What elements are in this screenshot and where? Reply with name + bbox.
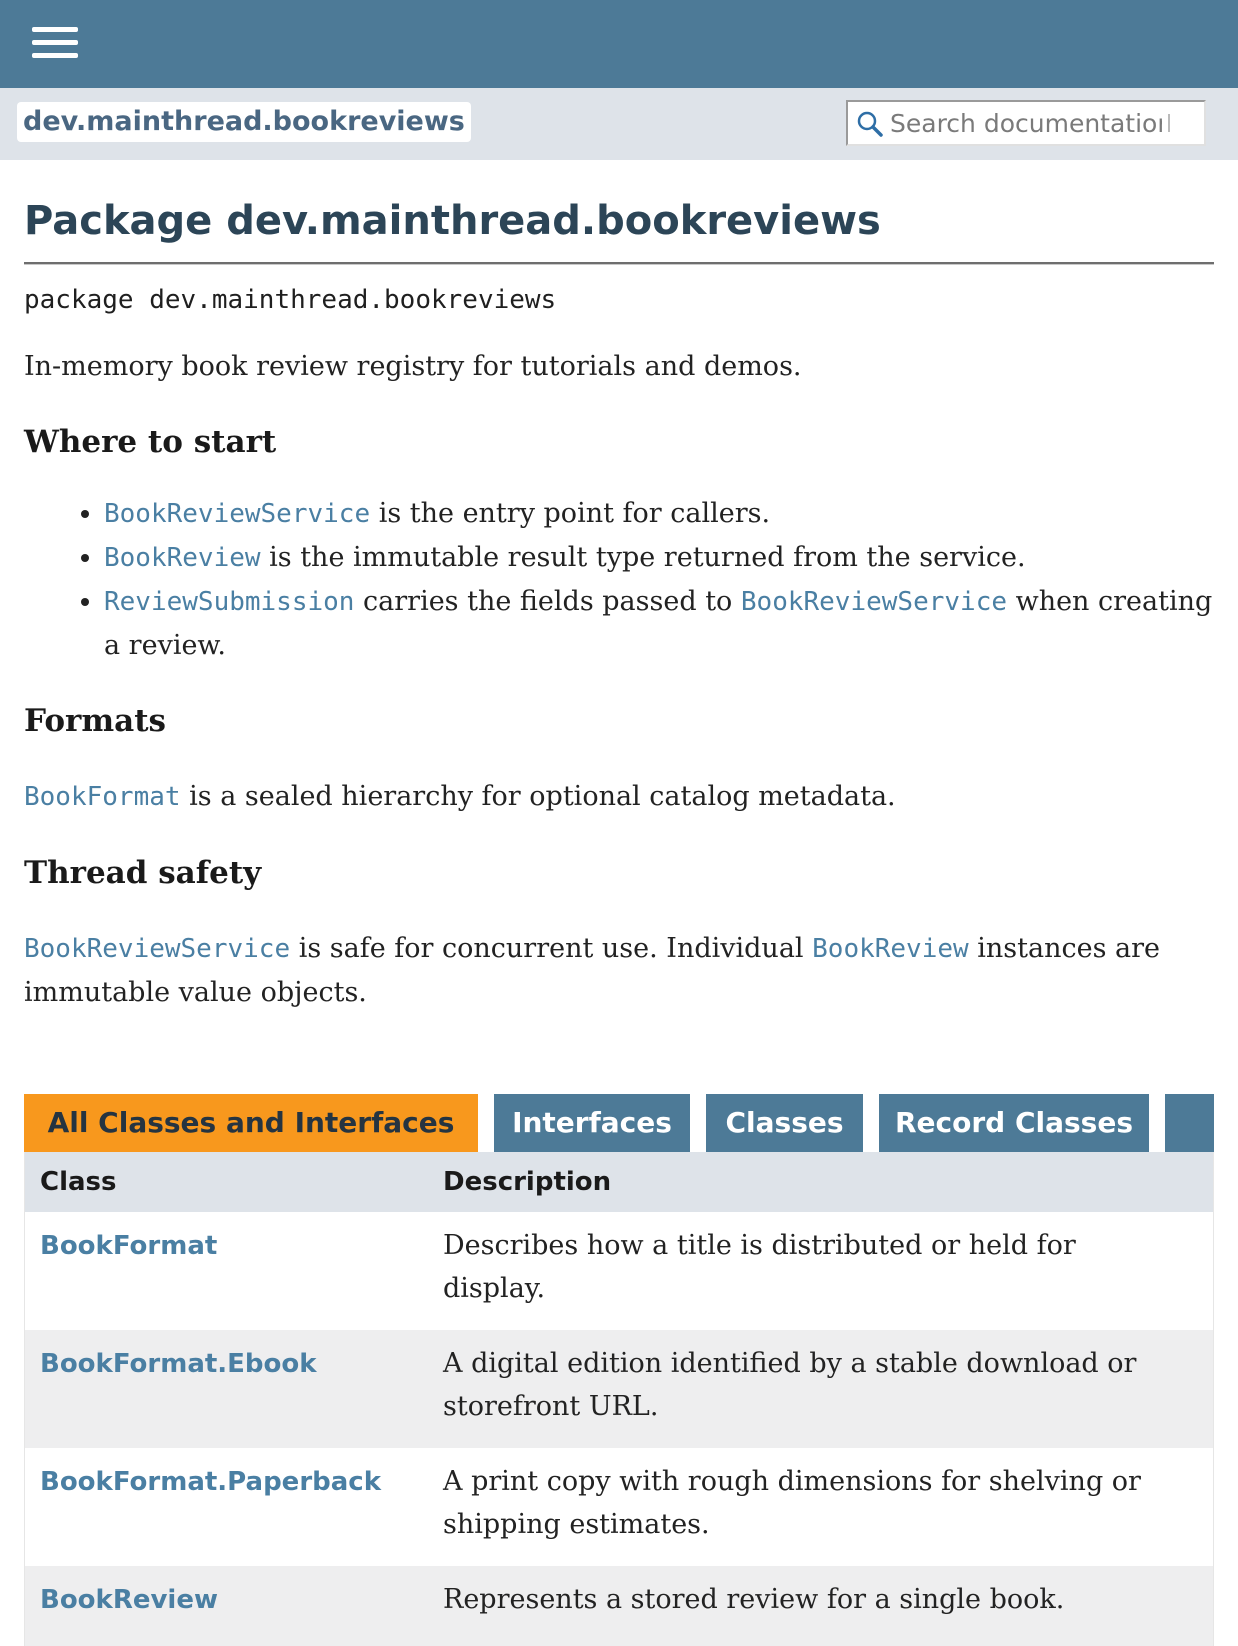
- class-link-bookformat-ebook[interactable]: BookFormat.Ebook: [40, 1346, 317, 1382]
- tab-overflow[interactable]: [1165, 1094, 1214, 1152]
- link-bookformat[interactable]: BookFormat: [24, 782, 181, 812]
- table-row: BookFormat Describes how a title is dist…: [25, 1212, 1213, 1330]
- list-item-text: carries the fields passed to: [354, 586, 741, 617]
- link-bookreviewservice[interactable]: BookReviewService: [104, 499, 370, 529]
- class-description: A print copy with rough dimensions for s…: [443, 1466, 1141, 1540]
- link-reviewsubmission[interactable]: ReviewSubmission: [104, 587, 354, 617]
- list-item: ReviewSubmission carries the fields pass…: [104, 580, 1214, 667]
- package-chip[interactable]: dev.mainthread.bookreviews: [17, 102, 471, 142]
- page-title: Package dev.mainthread.bookreviews: [24, 198, 881, 244]
- class-link-bookformat[interactable]: BookFormat: [40, 1228, 217, 1264]
- tab-interfaces[interactable]: Interfaces: [494, 1094, 690, 1152]
- tab-record-classes[interactable]: Record Classes: [879, 1094, 1149, 1152]
- where-to-start-heading: Where to start: [24, 424, 277, 460]
- thread-safety-heading: Thread safety: [24, 855, 262, 891]
- class-summary-table: Class Description BookFormat Describes h…: [24, 1152, 1214, 1646]
- sub-nav-bar: dev.mainthread.bookreviews: [0, 88, 1238, 160]
- class-description: Describes how a title is distributed or …: [443, 1230, 1076, 1304]
- search-icon: [857, 111, 883, 137]
- search-reset-icon[interactable]: [1168, 114, 1170, 132]
- link-bookreviewservice[interactable]: BookReviewService: [741, 587, 1007, 617]
- where-to-start-list: BookReviewService is the entry point for…: [104, 492, 1214, 667]
- class-tabs: All Classes and Interfaces Interfaces Cl…: [24, 1094, 1214, 1154]
- table-row: BookFormat.Ebook A digital edition ident…: [25, 1330, 1213, 1448]
- menu-line: [32, 40, 78, 45]
- class-description: Represents a stored review for a single …: [443, 1584, 1065, 1615]
- search-box[interactable]: [846, 100, 1206, 146]
- tab-classes[interactable]: Classes: [706, 1094, 863, 1152]
- thread-safety-paragraph: BookReviewService is safe for concurrent…: [24, 927, 1214, 1014]
- column-header-class: Class: [40, 1167, 117, 1197]
- list-item: BookReviewService is the entry point for…: [104, 492, 1214, 536]
- class-description: A digital edition identified by a stable…: [443, 1348, 1137, 1422]
- column-header-description: Description: [443, 1167, 612, 1197]
- main-content: Package dev.mainthread.bookreviews packa…: [24, 160, 1214, 1014]
- list-item: BookReview is the immutable result type …: [104, 536, 1214, 580]
- menu-line: [32, 27, 78, 32]
- title-divider: [24, 262, 1214, 265]
- list-item-text: is the entry point for callers.: [370, 498, 771, 529]
- thread-safety-text: is safe for concurrent use. Individual: [290, 933, 813, 964]
- package-declaration: package dev.mainthread.bookreviews: [24, 285, 557, 315]
- link-bookreviewservice[interactable]: BookReviewService: [24, 934, 290, 964]
- tab-all-classes-and-interfaces[interactable]: All Classes and Interfaces: [24, 1094, 478, 1152]
- menu-line: [32, 53, 78, 58]
- list-item-text: is the immutable result type returned fr…: [260, 542, 1026, 573]
- search-input[interactable]: [890, 104, 1162, 142]
- formats-text: is a sealed hierarchy for optional catal…: [180, 781, 896, 812]
- class-link-bookreview[interactable]: BookReview: [40, 1582, 218, 1618]
- class-link-bookformat-paperback[interactable]: BookFormat.Paperback: [40, 1464, 381, 1500]
- hamburger-menu-icon[interactable]: [30, 24, 80, 62]
- top-nav-bar: [0, 0, 1238, 88]
- table-row: BookFormat.Paperback A print copy with r…: [25, 1448, 1213, 1566]
- package-intro: In-memory book review registry for tutor…: [24, 351, 802, 382]
- table-row: BookReview Represents a stored review fo…: [25, 1566, 1213, 1646]
- link-bookreview[interactable]: BookReview: [812, 934, 969, 964]
- link-bookreview[interactable]: BookReview: [104, 543, 261, 573]
- formats-heading: Formats: [24, 703, 166, 739]
- formats-paragraph: BookFormat is a sealed hierarchy for opt…: [24, 775, 1214, 819]
- table-header: Class Description: [25, 1152, 1213, 1212]
